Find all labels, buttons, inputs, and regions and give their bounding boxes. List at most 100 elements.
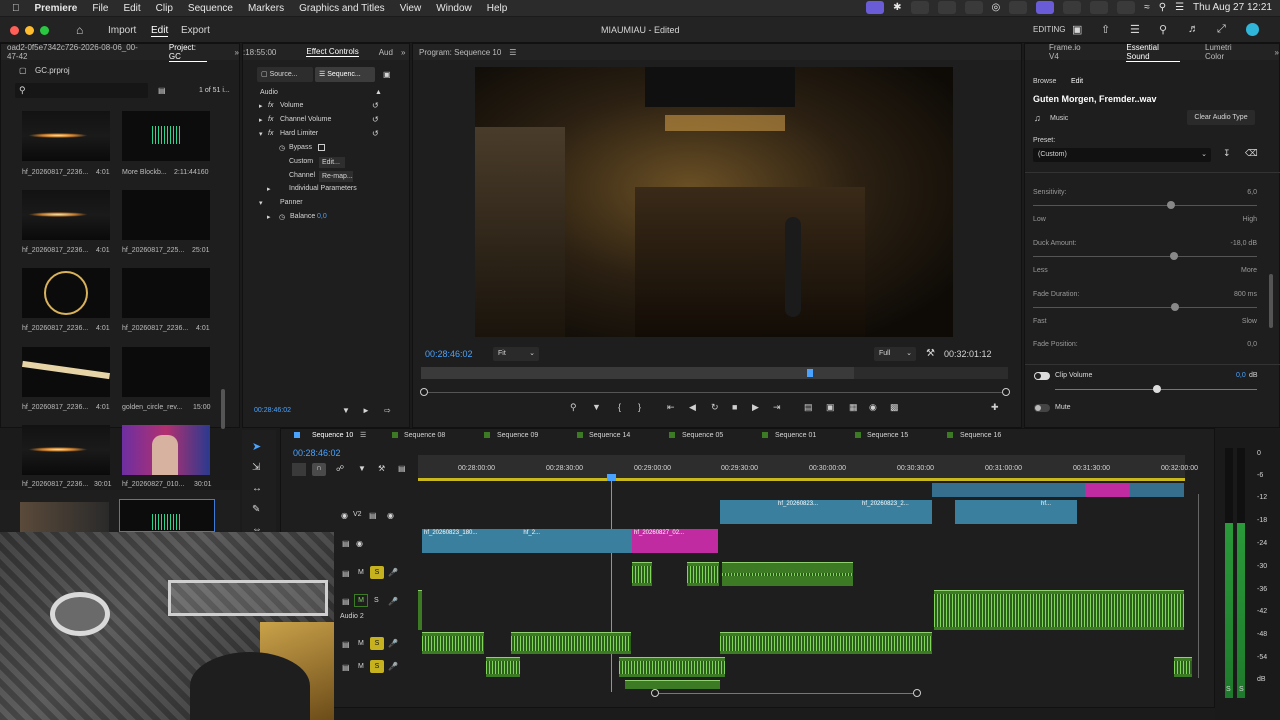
clip-volume-knob[interactable] [1153,385,1161,393]
status-icon-5[interactable] [964,1,983,14]
edit-tab[interactable]: Edit [1071,78,1083,85]
mute-toggle[interactable] [1034,404,1050,412]
filter-icon[interactable]: ▼ [342,406,350,415]
menu-sequence[interactable]: Sequence [188,3,233,14]
playhead-marker[interactable] [807,369,813,377]
status-icon-9[interactable] [1063,1,1082,14]
audio-clip[interactable] [687,562,719,586]
step-forward-icon[interactable]: ▶ [752,402,759,413]
fade-duration-value[interactable]: 800 ms [1225,291,1257,298]
tab-essential-sound[interactable]: Essential Sound [1126,43,1181,62]
video-clip-top-magenta[interactable] [1085,483,1130,497]
program-scrubber[interactable] [421,367,1008,379]
panner-label[interactable]: Panner [280,199,303,206]
sequence-tab[interactable]: ☰ Sequenc... [315,67,375,82]
audio-clip[interactable] [632,562,652,586]
camera-icon[interactable]: ◉ [869,402,877,413]
expand-channel-volume-icon[interactable]: ▸ [259,116,263,124]
sequence-tab-09[interactable]: Sequence 09 [497,432,538,439]
thumbnail-8[interactable] [122,347,210,397]
mic-icon[interactable]: 🎤 [388,639,398,648]
sequence-tab-05[interactable]: Sequence 05 [682,432,723,439]
work-area-bar[interactable] [418,478,1185,481]
thumbnail-5[interactable] [22,268,110,318]
status-icon-11[interactable] [1117,1,1136,14]
zoom-handle-left[interactable] [420,388,428,396]
status-icon-4[interactable] [937,1,956,14]
video-clip[interactable]: hf... [955,500,1077,524]
audio-clip[interactable] [486,657,520,677]
sequence-tab-15[interactable]: Sequence 15 [867,432,908,439]
expand-icon[interactable]: » [1275,48,1279,57]
tab-lumetri[interactable]: Lumetri Color [1205,43,1250,61]
fx-icon[interactable]: fx [268,116,273,123]
thumbnail-10[interactable] [122,425,210,475]
source-tab[interactable]: ▢ Source... [257,67,313,82]
search-icon[interactable]: ⚲ [1159,23,1167,36]
audio2-label[interactable]: Audio 2 [340,613,364,620]
collapse-hard-limiter-icon[interactable]: ▾ [259,130,263,138]
audio-clip[interactable] [625,680,720,689]
menu-edit[interactable]: Edit [123,3,140,14]
delete-preset-icon[interactable]: ⌫ [1245,148,1258,159]
menu-view[interactable]: View [400,3,422,14]
minimize-window-icon[interactable] [25,26,34,35]
sensitivity-knob[interactable] [1167,201,1175,209]
stopwatch-icon[interactable]: ◷ [279,213,285,221]
timeline-timecode[interactable]: 00:28:46:02 [293,448,341,458]
balance-value[interactable]: 0,0 [317,213,327,220]
project-tab-path[interactable]: oad2-0f5e7342c726-2026-08-06_00-47-42 [7,43,145,61]
clip-volume-value[interactable]: 0,0 [1236,372,1246,379]
video-frame[interactable] [475,67,953,337]
video-clip[interactable]: hf_20260823... hf_20260823_2... [720,500,932,524]
expand-volume-icon[interactable]: ▸ [259,102,263,110]
sync-lock-icon[interactable]: ▤ [342,663,350,672]
thumbnail-4[interactable] [122,190,210,240]
status-icon-1[interactable] [866,1,885,14]
thumbnail-3[interactable] [22,190,110,240]
panel-menu-icon[interactable]: ☰ [509,48,516,57]
timeline-scrollbar[interactable] [651,689,921,697]
clear-audio-type-button[interactable]: Clear Audio Type [1187,110,1255,125]
solo-track-button[interactable]: S [370,637,384,650]
zoom-window-icon[interactable] [40,26,49,35]
wifi-icon[interactable]: ≈ [1144,2,1150,13]
duck-amount-knob[interactable] [1170,252,1178,260]
edit-tab[interactable]: Edit [151,25,169,37]
sequence-tab-14[interactable]: Sequence 14 [589,432,630,439]
solo-track-button[interactable]: S [370,566,384,579]
sequence-menu-icon[interactable]: ☰ [360,431,366,439]
apple-icon[interactable]:  [12,3,20,14]
expand-balance-icon[interactable]: ▸ [267,213,271,221]
mark-out-icon[interactable]: } [638,402,641,412]
lift-icon[interactable]: ▤ [804,402,813,413]
effect-hard-limiter[interactable]: Hard Limiter [280,130,318,137]
go-to-out-icon[interactable]: ⇥ [773,402,781,413]
list-icon[interactable]: ☰ [1130,23,1140,36]
avatar[interactable] [1246,23,1259,36]
fullscreen-icon[interactable]: ⤢ [1217,23,1226,36]
panel-toggle-icon[interactable]: ▣ [383,70,391,79]
export-frame-icon[interactable]: ▦ [849,402,858,413]
fit-dropdown[interactable]: Fit ⌄ [493,347,539,361]
share-icon[interactable]: ⇧ [1101,23,1110,36]
video-clip-top[interactable] [932,483,1184,497]
project-scrollbar[interactable] [221,389,225,429]
solo-left-button[interactable]: S [1226,686,1231,693]
clock[interactable]: Thu Aug 27 12:21 [1193,2,1272,13]
status-icon-6[interactable]: ◎ [992,2,1001,13]
individual-params[interactable]: Individual Parameters [289,185,357,192]
home-icon[interactable]: ⌂ [76,23,83,37]
audio-clip[interactable] [722,562,853,586]
export-icon[interactable]: ⇨ [384,406,391,415]
effect-volume[interactable]: Volume [280,102,303,109]
audio-clip[interactable] [934,590,1184,630]
clip-volume-slider[interactable] [1055,385,1257,393]
mute-track-button[interactable]: M [354,594,368,607]
thumbnail-1[interactable] [22,111,110,161]
save-preset-icon[interactable]: ↧ [1223,148,1231,159]
audio-clip[interactable] [418,590,422,630]
status-icon-3[interactable] [910,1,929,14]
thumbnail-7[interactable] [22,347,110,397]
speaker-icon[interactable]: ♬ [1188,23,1199,35]
